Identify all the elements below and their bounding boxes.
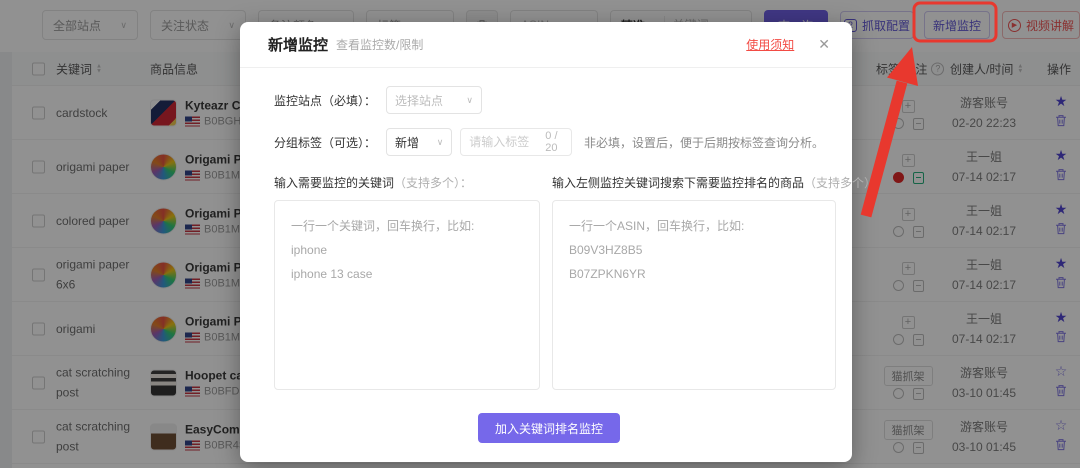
modal-header: 新增监控 查看监控数/限制 使用须知 ✕ [240, 22, 852, 68]
group-tag-label: 分组标签（可选）： [274, 134, 386, 151]
app-window: 全部站点 ∨ 关注状态 ∨ 备注颜色 ∨ 标签 ∨ 精准 ∨ [0, 0, 1080, 468]
chevron-down-icon: ∨ [466, 95, 473, 106]
tag-name-field: 0 / 20 [460, 128, 572, 156]
add-monitor-modal: 新增监控 查看监控数/限制 使用须知 ✕ 监控站点（必填）： 选择站点 ∨ 分组… [240, 22, 852, 462]
modal-title: 新增监控 [268, 34, 328, 55]
site-select[interactable]: 选择站点 ∨ [386, 86, 482, 114]
asin-textarea-label: 输入左侧监控关键词搜索下需要监控排名的商品（支持多个）： [552, 174, 836, 191]
char-counter: 0 / 20 [545, 130, 563, 154]
keywords-textarea-label: 输入需要监控的关键词（支持多个）： [274, 174, 540, 191]
chevron-down-icon: ∨ [437, 137, 444, 148]
tag-name-input[interactable] [469, 135, 545, 149]
asin-textarea[interactable] [552, 200, 836, 390]
keywords-textarea[interactable] [274, 200, 540, 390]
modal-subtitle[interactable]: 查看监控数/限制 [336, 36, 423, 53]
site-select-label: 监控站点（必填）： [274, 92, 386, 109]
submit-monitor-button[interactable]: 加入关键词排名监控 [478, 413, 620, 443]
group-mode-select[interactable]: 新增 ∨ [386, 128, 452, 156]
group-tag-hint: 非必填，设置后，便于后期按标签查询分析。 [584, 134, 824, 151]
modal-body: 监控站点（必填）： 选择站点 ∨ 分组标签（可选）： 新增 ∨ 0 / 20 非… [240, 68, 852, 443]
close-icon[interactable]: ✕ [818, 36, 830, 53]
usage-notice-link[interactable]: 使用须知 [746, 36, 794, 53]
